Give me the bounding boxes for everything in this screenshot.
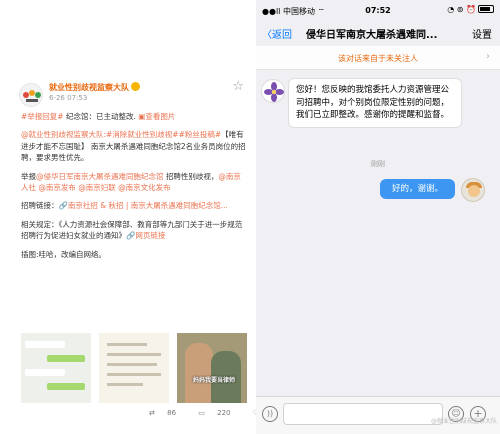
- status-bar: ●●ll 中国移动 ⌔ 07:52 ◔ ⊚ ⏰: [256, 0, 500, 22]
- stranger-notice-text: 该对话来自于未关注人: [338, 54, 418, 63]
- chevron-right-icon: ›: [486, 51, 490, 62]
- repost-icon: ⇄: [149, 409, 155, 417]
- repost-count: 86: [167, 409, 177, 417]
- my-avatar[interactable]: [461, 178, 485, 202]
- recruit-link[interactable]: 🔗南京社招 & 秋招 | 南京大屠杀遇难同胞纪念馆...: [59, 201, 228, 210]
- chat-screen: ●●ll 中国移动 ⌔ 07:52 ◔ ⊚ ⏰ 〈返回 侵华日军南京大屠杀遇难同…: [256, 0, 500, 434]
- repost-quote: @就业性别歧视监察大队:#消除就业性别歧视##粉丝投稿#【唯有进步才能不忘国耻】…: [21, 129, 247, 163]
- hashtag-links[interactable]: :#消除就业性别歧视##粉丝投稿#: [104, 130, 222, 139]
- memorial-avatar[interactable]: [261, 79, 285, 103]
- nav-bar: 〈返回 侵华日军南京大屠杀遇难同... 设置: [256, 22, 500, 46]
- memorial-mention-link[interactable]: @侵华日军南京大屠杀遇难同胞纪念馆: [36, 172, 164, 181]
- report-paragraph: 举报@侵华日军南京大屠杀遇难同胞纪念馆 招聘性别歧视，@南京人社 @南京发布 @…: [21, 171, 247, 194]
- comment-button[interactable]: ▭ 220: [198, 409, 240, 417]
- chat-screenshot-thumbnail[interactable]: [21, 333, 91, 403]
- webpage-link[interactable]: 🔗网页链接: [126, 231, 165, 240]
- message-input[interactable]: [283, 403, 443, 425]
- repost-button[interactable]: ⇄ 86: [149, 409, 186, 417]
- report-prefix: 举报: [21, 171, 36, 181]
- author-avatar[interactable]: [19, 83, 43, 107]
- recruit-link-label: 招聘链接：: [21, 201, 59, 211]
- battery-icon: [478, 5, 494, 13]
- illustration-caption: 妈妈我要当律师: [192, 377, 235, 384]
- voice-icon[interactable]: )): [262, 406, 278, 422]
- flower-avatar-icon: [264, 82, 284, 102]
- illustration-thumbnail[interactable]: 妈妈我要当律师: [177, 333, 247, 403]
- post-time: 6-26 07:53: [49, 94, 88, 102]
- time-divider: 刚刚: [371, 160, 385, 168]
- author-name-text[interactable]: 就业性别歧视监察大队: [49, 83, 129, 92]
- weibo-post-card: 就业性别歧视监察大队 6-26 07:53 ☆ #举报回复# 纪念馆：已主动整改…: [15, 75, 280, 434]
- back-button[interactable]: 〈返回: [262, 26, 292, 41]
- status-icons: ◔ ⊚ ⏰: [447, 5, 494, 14]
- settings-button[interactable]: 设置: [472, 26, 492, 41]
- watermark: @就业性别歧视监察大队: [431, 418, 498, 425]
- topic-link[interactable]: #举报回复#: [21, 112, 64, 121]
- report-middle-text: 招聘性别歧视，: [163, 171, 219, 181]
- outgoing-message[interactable]: 好的，谢谢。: [380, 179, 455, 199]
- post-body: #举报回复# 纪念馆：已主动整改. ▣查看图片 @就业性别歧视监察大队:#消除就…: [21, 111, 247, 267]
- incoming-message[interactable]: 您好！您反映的我馆委托人力资源管理公司招聘中，对个别岗位限定性别的问题，我们已立…: [288, 78, 462, 128]
- chat-title: 侵华日军南京大屠杀遇难同...: [306, 30, 438, 41]
- post-header-line: #举报回复# 纪念馆：已主动整改. ▣查看图片: [21, 111, 247, 122]
- view-image-link[interactable]: 查看图片: [145, 112, 175, 121]
- stranger-notice-bar[interactable]: 该对话来自于未关注人 ›: [256, 46, 500, 70]
- recruit-link-paragraph: 招聘链接：🔗南京社招 & 秋招 | 南京大屠杀遇难同胞纪念馆...: [21, 200, 247, 211]
- message-input-bar: )) ☺ +: [256, 396, 500, 434]
- document-thumbnail[interactable]: [99, 333, 169, 403]
- status-icons-glyphs: ◔ ⊚ ⏰: [447, 5, 476, 14]
- comment-count: 220: [217, 409, 231, 417]
- post-header-text: 纪念馆：已主动整改.: [63, 112, 136, 121]
- star-icon[interactable]: ☆: [232, 80, 244, 93]
- mention-link[interactable]: @就业性别歧视监察大队: [21, 130, 104, 139]
- verified-badge-icon: [131, 82, 140, 91]
- comment-icon: ▭: [198, 409, 205, 417]
- author-name[interactable]: 就业性别歧视监察大队: [49, 82, 140, 93]
- regulation-paragraph: 相关规定：《人力资源社会保障部、教育部等九部门关于进一步规范招聘行为促进妇女就业…: [21, 219, 247, 242]
- image-thumbnails: 妈妈我要当律师: [21, 333, 247, 403]
- illustration-note: 插图:哇哈，改编自网络。: [21, 249, 107, 259]
